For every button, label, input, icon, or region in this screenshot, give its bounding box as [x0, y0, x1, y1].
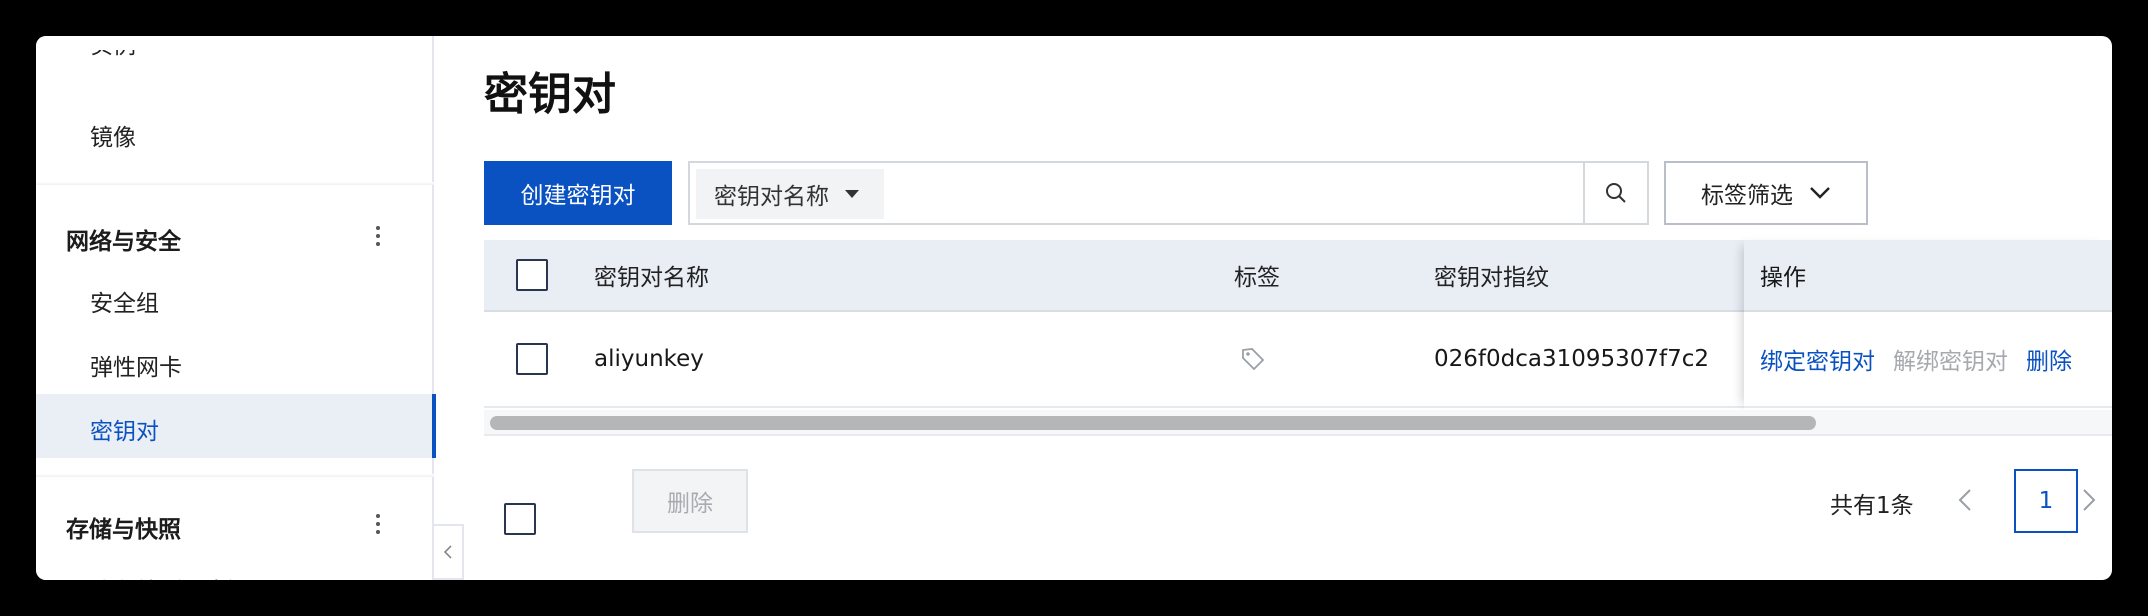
- search-icon[interactable]: [1583, 163, 1647, 223]
- search-box: 密钥对名称: [688, 161, 1649, 225]
- sidebar: 实例 镜像 网络与安全 安全组 弹性网卡 密钥对 存储与快照 块存储（云盘）: [36, 36, 436, 580]
- chevron-left-icon[interactable]: [1950, 485, 1980, 515]
- select-all-checkbox[interactable]: [516, 259, 548, 291]
- unbind-keypair-link[interactable]: 解绑密钥对: [1893, 342, 2008, 376]
- tag-filter-label: 标签筛选: [1701, 183, 1793, 209]
- scrollbar-thumb[interactable]: [490, 416, 1816, 430]
- tag-icon[interactable]: [1240, 312, 1266, 406]
- batch-delete-button[interactable]: 删除: [632, 469, 748, 533]
- search-field-select[interactable]: 密钥对名称: [696, 169, 884, 219]
- sidebar-item-keypair[interactable]: 密钥对: [90, 412, 159, 446]
- column-header-tags: 标签: [1234, 265, 1280, 291]
- row-select-cell: [516, 312, 548, 406]
- column-header-fingerprint: 密钥对指纹: [1434, 265, 1549, 291]
- footer-select-all-checkbox[interactable]: [504, 503, 536, 535]
- search-field-label: 密钥对名称: [714, 184, 829, 210]
- sidebar-item-eni[interactable]: 弹性网卡: [90, 348, 182, 382]
- column-header-name[interactable]: 密钥对名称: [594, 240, 709, 310]
- main-content: 密钥对 创建密钥对 密钥对名称 标签筛选 密钥对名称 标签 密钥对指纹 aliy…: [436, 36, 2112, 580]
- keypair-name: aliyunkey: [594, 346, 704, 372]
- total-count: 共有1条: [1830, 493, 1914, 519]
- chevron-down-icon: [1810, 187, 1830, 199]
- select-all-cell: [516, 240, 548, 310]
- console-window: 实例 镜像 网络与安全 安全组 弹性网卡 密钥对 存储与快照 块存储（云盘） 密…: [36, 36, 2112, 580]
- sidebar-group-network[interactable]: 网络与安全: [66, 222, 181, 256]
- horizontal-scrollbar[interactable]: [484, 410, 2112, 436]
- bind-keypair-link[interactable]: 绑定密钥对: [1760, 342, 1875, 376]
- column-header-actions: 操作: [1744, 240, 2112, 312]
- keypair-fingerprint: 026f0dca31095307f7c2: [1434, 346, 1710, 372]
- sidebar-item-instance[interactable]: 实例: [90, 50, 136, 70]
- sidebar-divider: [36, 474, 434, 477]
- more-vertical-icon[interactable]: [368, 222, 388, 250]
- page-title: 密钥对: [484, 69, 616, 120]
- delete-link[interactable]: 删除: [2026, 342, 2072, 376]
- footer-select-cell: [504, 503, 536, 535]
- sidebar-item-disk[interactable]: 块存储（云盘）: [90, 572, 251, 580]
- actions-column: 操作 绑定密钥对 解绑密钥对 删除: [1744, 240, 2112, 410]
- sidebar-divider: [36, 182, 434, 185]
- tag-filter-button[interactable]: 标签筛选: [1664, 161, 1868, 225]
- search-input[interactable]: [890, 169, 1570, 219]
- page-number-current[interactable]: 1: [2014, 469, 2078, 533]
- row-checkbox[interactable]: [516, 343, 548, 375]
- more-vertical-icon[interactable]: [368, 510, 388, 538]
- row-actions: 绑定密钥对 解绑密钥对 删除: [1744, 312, 2112, 408]
- chevron-right-icon[interactable]: [2074, 485, 2104, 515]
- sidebar-item-images[interactable]: 镜像: [90, 118, 136, 152]
- sidebar-item-security-group[interactable]: 安全组: [90, 284, 159, 318]
- sidebar-group-storage[interactable]: 存储与快照: [66, 510, 181, 544]
- create-keypair-button[interactable]: 创建密钥对: [484, 161, 672, 225]
- caret-down-icon: [845, 190, 859, 198]
